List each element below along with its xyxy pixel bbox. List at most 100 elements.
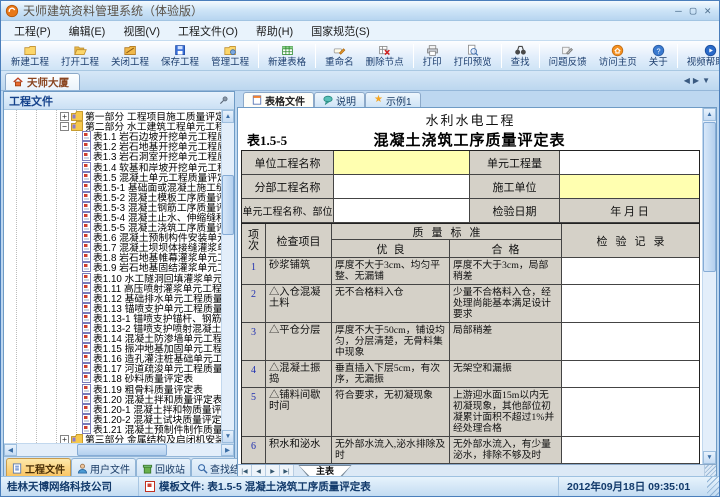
- new-table-button[interactable]: 新建表格: [262, 42, 312, 70]
- about-button[interactable]: ? 关于: [643, 42, 674, 70]
- print-preview-button[interactable]: 打印预览: [448, 42, 498, 70]
- sidebar-tab-user-files[interactable]: 用户文件: [71, 458, 136, 477]
- title-bar: 天师建筑资料管理系统（体验版） — ▢ ✕: [1, 1, 719, 21]
- sidebar-tab-recycle-bin[interactable]: 回收站: [136, 458, 191, 477]
- video-help-button[interactable]: 视频帮助▼: [681, 42, 719, 70]
- unit-project-name-input[interactable]: [334, 151, 470, 175]
- cell-rec[interactable]: [562, 437, 699, 464]
- tree-item[interactable]: 表1.7 混凝土坝坝体接缝灌浆单元: [4, 242, 221, 252]
- constructor-input[interactable]: [560, 175, 699, 199]
- expand-icon[interactable]: +: [60, 111, 69, 121]
- scroll-down-button[interactable]: ▼: [222, 430, 234, 443]
- scroll-right-button[interactable]: ▶: [221, 444, 234, 456]
- tree-item[interactable]: 表1.5-1 基础面或混凝土施工缝处: [4, 181, 221, 192]
- tree-item[interactable]: 表1.11 高压喷射灌浆单元工程质: [4, 282, 221, 293]
- tree-item[interactable]: 表1.9 岩石地基固结灌浆单元工程: [4, 262, 221, 273]
- scroll-up-button[interactable]: ▲: [703, 108, 716, 121]
- cell-rec[interactable]: [562, 258, 699, 285]
- collapse-icon[interactable]: −: [60, 121, 69, 131]
- tree-item[interactable]: 表1.21 混凝土预制件制作质量评: [4, 423, 221, 434]
- cell-pass: 无外部水流入，有少量泌水，排除不够及时: [450, 437, 562, 464]
- tree-item[interactable]: 表1.5 混凝土单元工程质量评定表: [4, 171, 221, 182]
- search-icon: [198, 463, 208, 474]
- tree-item[interactable]: 表1.6 混凝土预制构件安装单元工: [4, 232, 221, 242]
- tree-item[interactable]: 表1.16 造孔灌注桩基础单元工程: [4, 353, 221, 363]
- tree-item[interactable]: 表1.13-1 锚喷支护锚杆、钢筋网: [4, 312, 221, 323]
- tab-example1[interactable]: ★ 示例1: [365, 92, 421, 108]
- tab-table-file[interactable]: 表格文件: [243, 92, 314, 108]
- sidebar-tab-project-files[interactable]: 工程文件: [6, 458, 71, 477]
- tree-item[interactable]: 表1.20-1 混凝土拌和物质量评定: [4, 403, 221, 414]
- minimize-button[interactable]: —: [675, 5, 682, 16]
- tree-item[interactable]: 表1.13 锚喷支护单元工程质量评: [4, 302, 221, 313]
- rename-button[interactable]: 重命名: [319, 42, 360, 70]
- menu-item-national-standards[interactable]: 国家规范(S): [302, 21, 379, 41]
- tab-scroll-controls[interactable]: ◀▶▼: [684, 76, 713, 85]
- scrollbar-thumb[interactable]: [703, 122, 716, 272]
- cell-rec[interactable]: [562, 361, 699, 388]
- tree-item[interactable]: 表1.15 振冲地基加固单元工程质: [4, 343, 221, 353]
- scroll-down-button[interactable]: ▼: [703, 451, 716, 464]
- division-name-input[interactable]: [334, 175, 470, 199]
- tree-item[interactable]: 表1.3 岩石洞室开挖单元工程质量: [4, 151, 221, 161]
- toolbar-button-label: 访问主页: [598, 56, 637, 68]
- menu-item-help[interactable]: 帮助(H): [247, 21, 302, 41]
- menu-item-edit[interactable]: 编辑(E): [60, 21, 115, 41]
- tree-item[interactable]: 表1.17 河道疏浚单元工程质量评: [4, 363, 221, 373]
- tree-item-label: 表1.5-1 基础面或混凝土施工缝处: [93, 182, 221, 192]
- save-project-button[interactable]: 保存工程: [155, 42, 205, 70]
- tree-item[interactable]: 表1.20 混凝土拌和质量评定表: [4, 393, 221, 404]
- tree-item[interactable]: 表1.5-2 混凝土模板工序质量评定: [4, 191, 221, 202]
- tree-item[interactable]: + 第三部分 金属结构及启闭机安装工: [4, 434, 221, 443]
- tree-item[interactable]: 表1.5-4 混凝土止水、伸缩缝和排: [4, 211, 221, 222]
- tree-item[interactable]: 表1.19 粗骨料质量评定表: [4, 383, 221, 394]
- tree-item[interactable]: 表1.14 混凝土防渗墙单元工程质: [4, 333, 221, 343]
- cell-rec[interactable]: [562, 285, 699, 323]
- tree-item[interactable]: 表1.4 软基和岸坡开挖单元工程质: [4, 161, 221, 172]
- tree-item[interactable]: 表1.1 岩石边坡开挖单元工程质量: [4, 131, 221, 141]
- menu-item-project[interactable]: 工程(P): [5, 21, 60, 41]
- pin-icon[interactable]: [218, 95, 229, 106]
- document-tab-active[interactable]: 天师大厦: [5, 73, 80, 90]
- menu-item-project-files[interactable]: 工程文件(O): [169, 21, 247, 41]
- feedback-button[interactable]: 问题反馈: [543, 42, 593, 70]
- scroll-left-button[interactable]: ◀: [4, 444, 17, 456]
- cell-rec[interactable]: [562, 323, 699, 361]
- scrollbar-thumb[interactable]: [222, 175, 234, 235]
- homepage-button[interactable]: 访问主页: [593, 42, 643, 70]
- form-icon: [82, 181, 91, 192]
- manage-project-button[interactable]: 管理工程: [205, 42, 255, 70]
- tab-description[interactable]: 说明: [314, 92, 365, 108]
- tree-item[interactable]: 表1.12 基础排水单元工程质量评: [4, 292, 221, 303]
- unit-quantity-input[interactable]: [560, 151, 699, 175]
- scrollbar-thumb[interactable]: [77, 444, 167, 456]
- menu-item-view[interactable]: 视图(V): [114, 21, 169, 41]
- tree-horizontal-scrollbar[interactable]: ◀ ▶: [4, 443, 234, 456]
- find-button[interactable]: 查找: [505, 42, 536, 70]
- tree-item[interactable]: 表1.8 岩石地基帷幕灌浆单元工程: [4, 252, 221, 262]
- tree-item[interactable]: 表1.13-2 锚喷支护喷射混凝土质: [4, 323, 221, 333]
- window-resize-grip[interactable]: [707, 477, 719, 496]
- maximize-button[interactable]: ▢: [690, 5, 697, 16]
- open-project-button[interactable]: 打开工程: [55, 42, 105, 70]
- tree-item[interactable]: 表1.5-5 混凝土浇筑工序质量评定: [4, 222, 221, 232]
- expand-icon[interactable]: +: [60, 434, 69, 443]
- new-project-button[interactable]: 新建工程: [5, 42, 55, 70]
- cell-rec[interactable]: [562, 388, 699, 437]
- close-project-button[interactable]: 关闭工程: [105, 42, 155, 70]
- close-button[interactable]: ✕: [704, 5, 711, 16]
- unit-name-part-input[interactable]: [334, 199, 470, 223]
- tree-item[interactable]: 表1.5-3 混凝土钢筋工序质量评定: [4, 201, 221, 212]
- tree-item[interactable]: − 第二部分 水工建筑工程单元工程施: [4, 121, 221, 131]
- inspect-date-value[interactable]: 年 月 日: [560, 199, 699, 223]
- scroll-up-button[interactable]: ▲: [222, 110, 234, 123]
- tree-item[interactable]: 表1.18 砂料质量评定表: [4, 373, 221, 384]
- tree-item[interactable]: 表1.2 岩石地基开挖单元工程质量: [4, 141, 221, 151]
- tree-vertical-scrollbar[interactable]: ▲ ▼: [221, 110, 234, 443]
- tree-item[interactable]: + 第一部分 工程项目施工质量评定表: [4, 111, 221, 121]
- tree-item[interactable]: 表1.20-2 混凝土试块质量评定表: [4, 413, 221, 424]
- delete-node-button[interactable]: 删除节点: [360, 42, 410, 70]
- tree-item[interactable]: 表1.10 水工隧洞回填灌浆单元工: [4, 272, 221, 283]
- print-button[interactable]: 打印: [417, 42, 448, 70]
- document-vertical-scrollbar[interactable]: ▲ ▼: [702, 108, 716, 464]
